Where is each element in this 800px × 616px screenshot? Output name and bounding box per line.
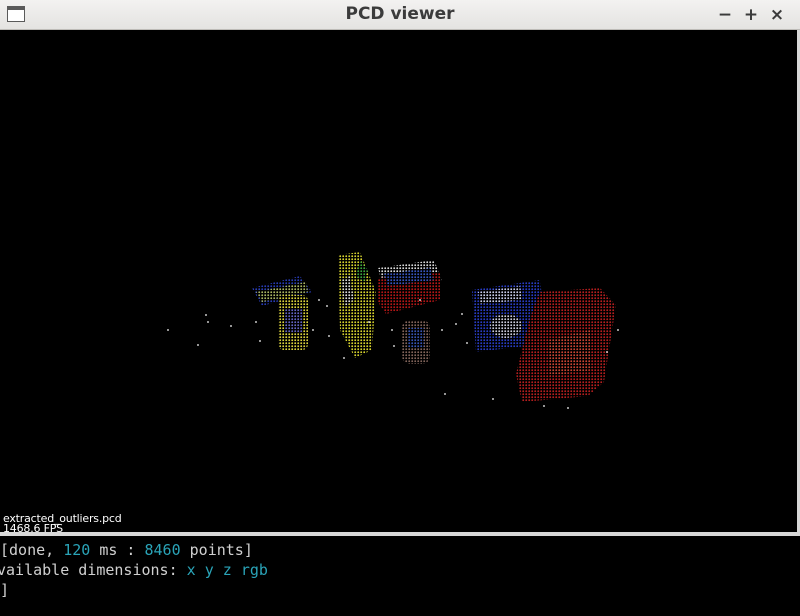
object-small-can xyxy=(402,320,430,364)
object-red-white-box xyxy=(378,260,442,314)
point-count: 8460 xyxy=(144,541,181,559)
close-button[interactable]: × xyxy=(766,4,788,26)
point-cloud-render xyxy=(167,252,619,409)
load-time-ms: 120 xyxy=(63,541,91,559)
object-tall-bottle xyxy=(338,252,376,358)
terminal-status-line: [done, 120 ms : 8460 points] xyxy=(0,541,253,559)
fps-counter: 1468.6 FPS xyxy=(3,522,63,532)
pcd-viewer-window: PCD viewer − + × extracted_outliers.pcd … xyxy=(0,0,800,536)
dimensions-list: x y z rgb xyxy=(186,561,268,579)
maximize-button[interactable]: + xyxy=(740,4,762,26)
minimize-button[interactable]: − xyxy=(714,4,736,26)
terminal-dimensions-line: vailable dimensions: x y z rgb xyxy=(0,561,268,579)
object-yellow-can xyxy=(278,295,308,350)
point-cloud-viewport[interactable]: extracted_outliers.pcd 1468.6 FPS xyxy=(0,30,798,532)
terminal-output[interactable]: [done, 120 ms : 8460 points] vailable di… xyxy=(0,536,800,599)
terminal-prompt-line: ] xyxy=(0,581,10,599)
title-bar[interactable]: PCD viewer − + × xyxy=(0,0,800,30)
window-title: PCD viewer xyxy=(345,4,455,24)
